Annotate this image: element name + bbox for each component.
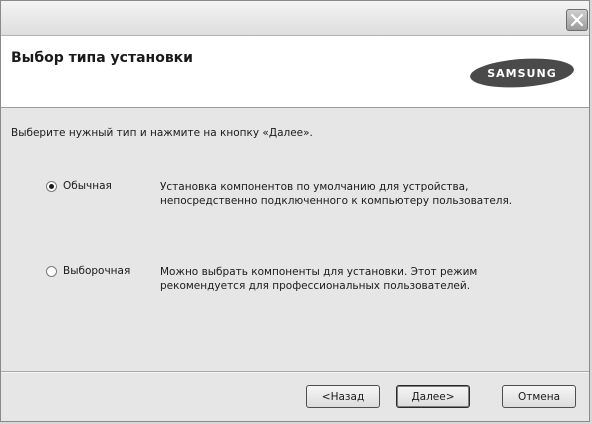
next-button[interactable]: Далее> [396, 385, 470, 408]
option-typical-desc-line2: непосредственно подключенного к компьюте… [160, 195, 513, 207]
option-custom-desc-line1: Можно выбрать компоненты для установки. … [160, 266, 478, 278]
option-custom-desc-line2: рекомендуется для профессиональных польз… [160, 280, 471, 292]
option-custom-label[interactable]: Выборочная [63, 265, 130, 277]
samsung-logo: SAMSUNG [469, 58, 575, 88]
radio-custom-wrap[interactable]: Выборочная [46, 265, 130, 277]
radio-typical[interactable] [46, 180, 57, 192]
page-title: Выбор типа установки [11, 50, 193, 66]
dialog-header: Выбор типа установки SAMSUNG [1, 36, 589, 108]
option-custom-description: Можно выбрать компоненты для установки. … [160, 265, 560, 293]
logo-text: SAMSUNG [487, 66, 557, 80]
back-button[interactable]: <Назад [306, 385, 380, 408]
close-icon [570, 13, 584, 27]
option-typical-description: Установка компонентов по умолчанию для у… [160, 180, 560, 208]
option-typical-desc-line1: Установка компонентов по умолчанию для у… [160, 181, 469, 193]
radio-custom[interactable] [46, 265, 57, 277]
instruction-text: Выберите нужный тип и нажмите на кнопку … [11, 127, 313, 139]
cancel-button[interactable]: Отмена [502, 385, 576, 408]
option-typical-label[interactable]: Обычная [63, 180, 112, 192]
close-button[interactable] [566, 9, 588, 31]
radio-typical-wrap[interactable]: Обычная [46, 180, 112, 192]
title-bar [1, 1, 589, 36]
footer-separator [1, 371, 589, 373]
installer-dialog: Выбор типа установки SAMSUNG Выберите ну… [0, 0, 590, 422]
